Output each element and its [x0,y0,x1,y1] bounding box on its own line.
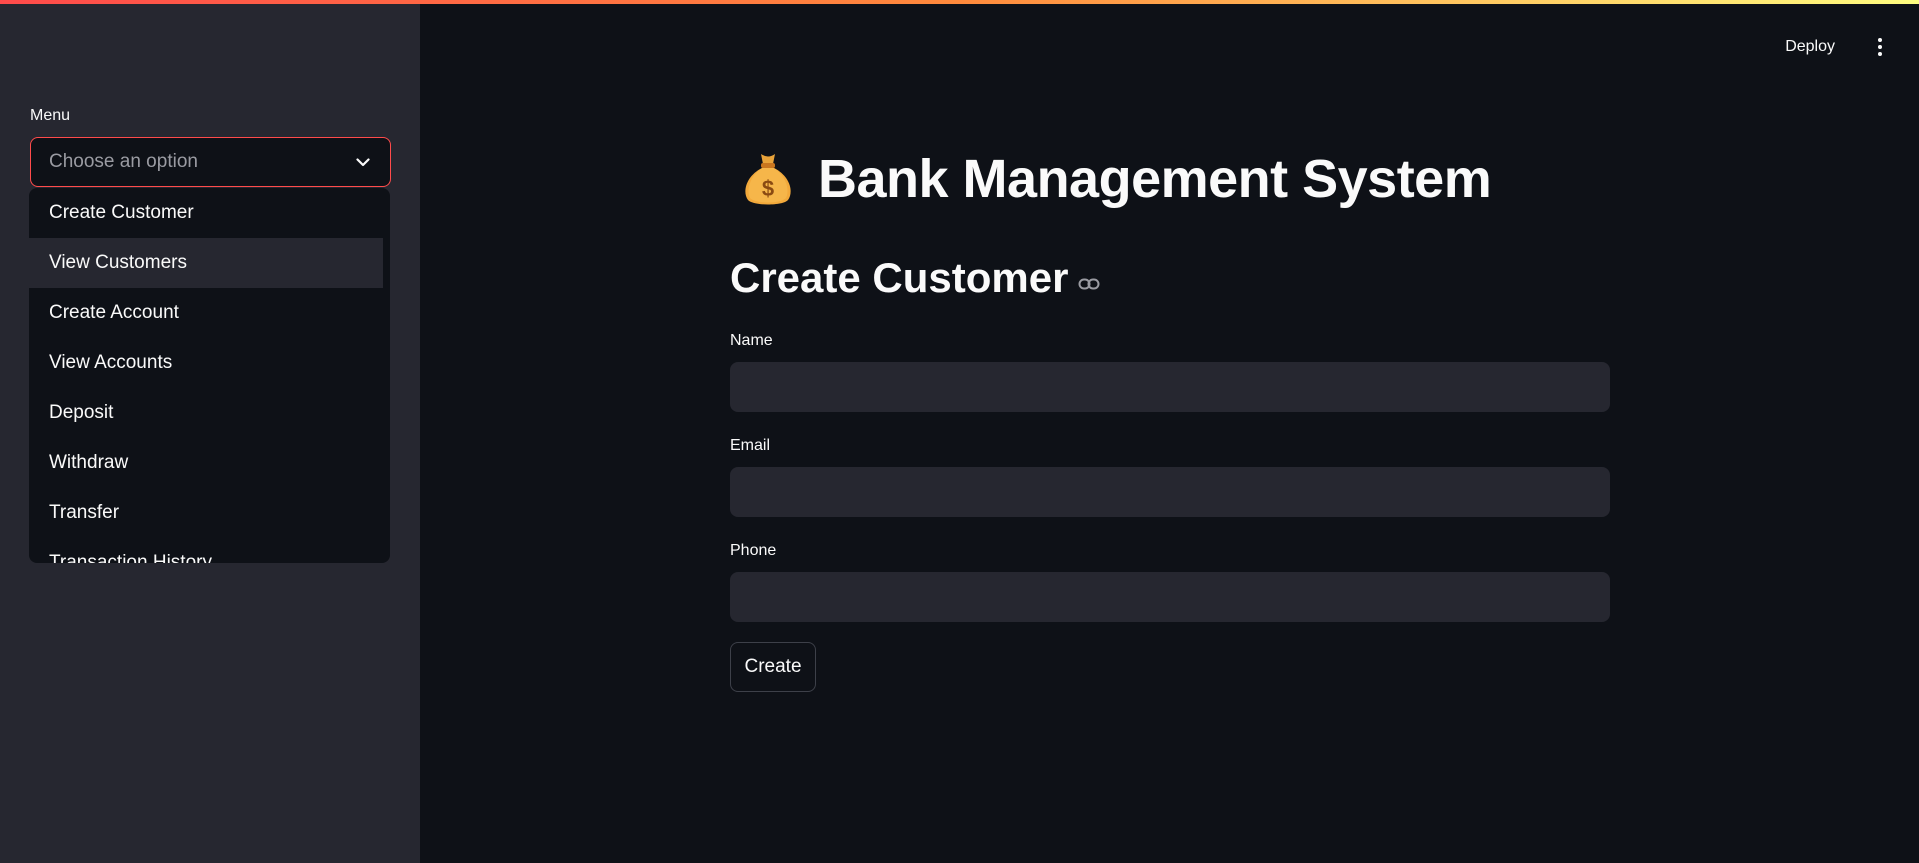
money-bag-icon: $ [745,154,791,205]
menu-select-placeholder: Choose an option [49,151,198,172]
option-create-account[interactable]: Create Account [29,288,390,338]
phone-label: Phone [730,542,777,559]
email-label: Email [730,437,771,454]
option-create-customer[interactable]: Create Customer [29,188,390,238]
option-transaction-history[interactable]: Transaction History [29,538,390,563]
sidebar: Menu Choose an option Create Customer Vi… [0,0,420,863]
deploy-button[interactable]: Deploy [1785,38,1835,56]
menu-dropdown-list: Create Customer View Customers Create Ac… [29,188,390,563]
name-label: Name [730,332,773,349]
anchor-link-icon[interactable] [1078,277,1100,291]
option-withdraw[interactable]: Withdraw [29,438,390,488]
svg-text:$: $ [762,176,774,201]
page-title-row: $ Bank Management System [740,148,1492,210]
email-input[interactable] [730,467,1610,517]
option-deposit[interactable]: Deposit [29,388,390,438]
page-title: Bank Management System [818,149,1492,209]
phone-input[interactable] [730,572,1610,622]
section-title: Create Customer [730,254,1069,301]
more-options-icon[interactable] [1863,30,1897,64]
option-transfer[interactable]: Transfer [29,488,390,538]
menu-select[interactable]: Choose an option [30,137,391,187]
section-heading-row: Create Customer [730,254,1100,302]
app-header-actions: Deploy [1785,30,1919,64]
option-view-customers[interactable]: View Customers [29,238,383,288]
option-view-accounts[interactable]: View Accounts [29,338,390,388]
create-button[interactable]: Create [730,642,816,692]
chevron-down-icon[interactable] [354,153,372,171]
top-decoration-bar [0,0,1919,4]
name-input[interactable] [730,362,1610,412]
menu-label: Menu [30,107,71,124]
